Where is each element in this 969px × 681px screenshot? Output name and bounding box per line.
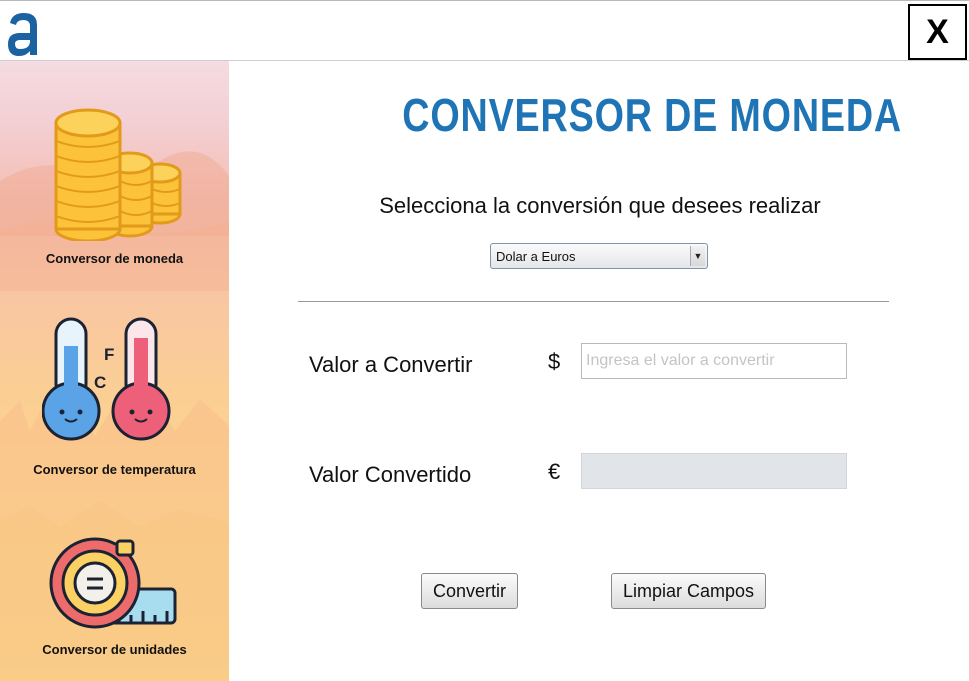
input-label: Valor a Convertir [309,352,473,377]
convert-button[interactable]: Convertir [421,573,518,609]
sidebar-item-currency[interactable]: Conversor de moneda [0,61,229,276]
conversion-select[interactable]: Dolar a Euros ▼ [490,243,708,269]
title-bar: X [0,0,969,61]
divider [298,301,889,302]
sidebar-item-label: Conversor de unidades [42,642,187,657]
coins-icon [54,108,182,241]
page-title: CONVERSOR DE MONEDA [402,89,903,141]
output-label: Valor Convertido [309,462,472,487]
sidebar-item-label: Conversor de moneda [45,251,184,266]
euro-symbol: € [548,459,561,484]
sidebar-item-label: Conversor de temperatura [33,462,196,477]
sidebar: Conversor de moneda F C Conversor de tem… [0,61,229,681]
dollar-symbol: $ [548,349,561,374]
app-logo-icon [8,13,37,56]
select-value: Dolar a Euros [496,249,576,264]
svg-text:F: F [104,345,114,364]
close-button[interactable]: X [908,4,967,60]
converted-value-field [581,453,847,489]
thermometers-icon: F C [42,317,171,441]
sidebar-item-temperature[interactable]: F C Conversor de temperatura [0,301,229,481]
tape-measure-icon [49,537,177,629]
clear-fields-button[interactable]: Limpiar Campos [611,573,766,609]
conversion-instruction: Selecciona la conversión que desees real… [379,193,821,218]
value-input[interactable] [581,343,847,379]
chevron-down-icon[interactable]: ▼ [690,246,705,266]
svg-text:C: C [94,373,106,392]
sidebar-item-units[interactable]: Conversor de unidades [0,511,229,671]
